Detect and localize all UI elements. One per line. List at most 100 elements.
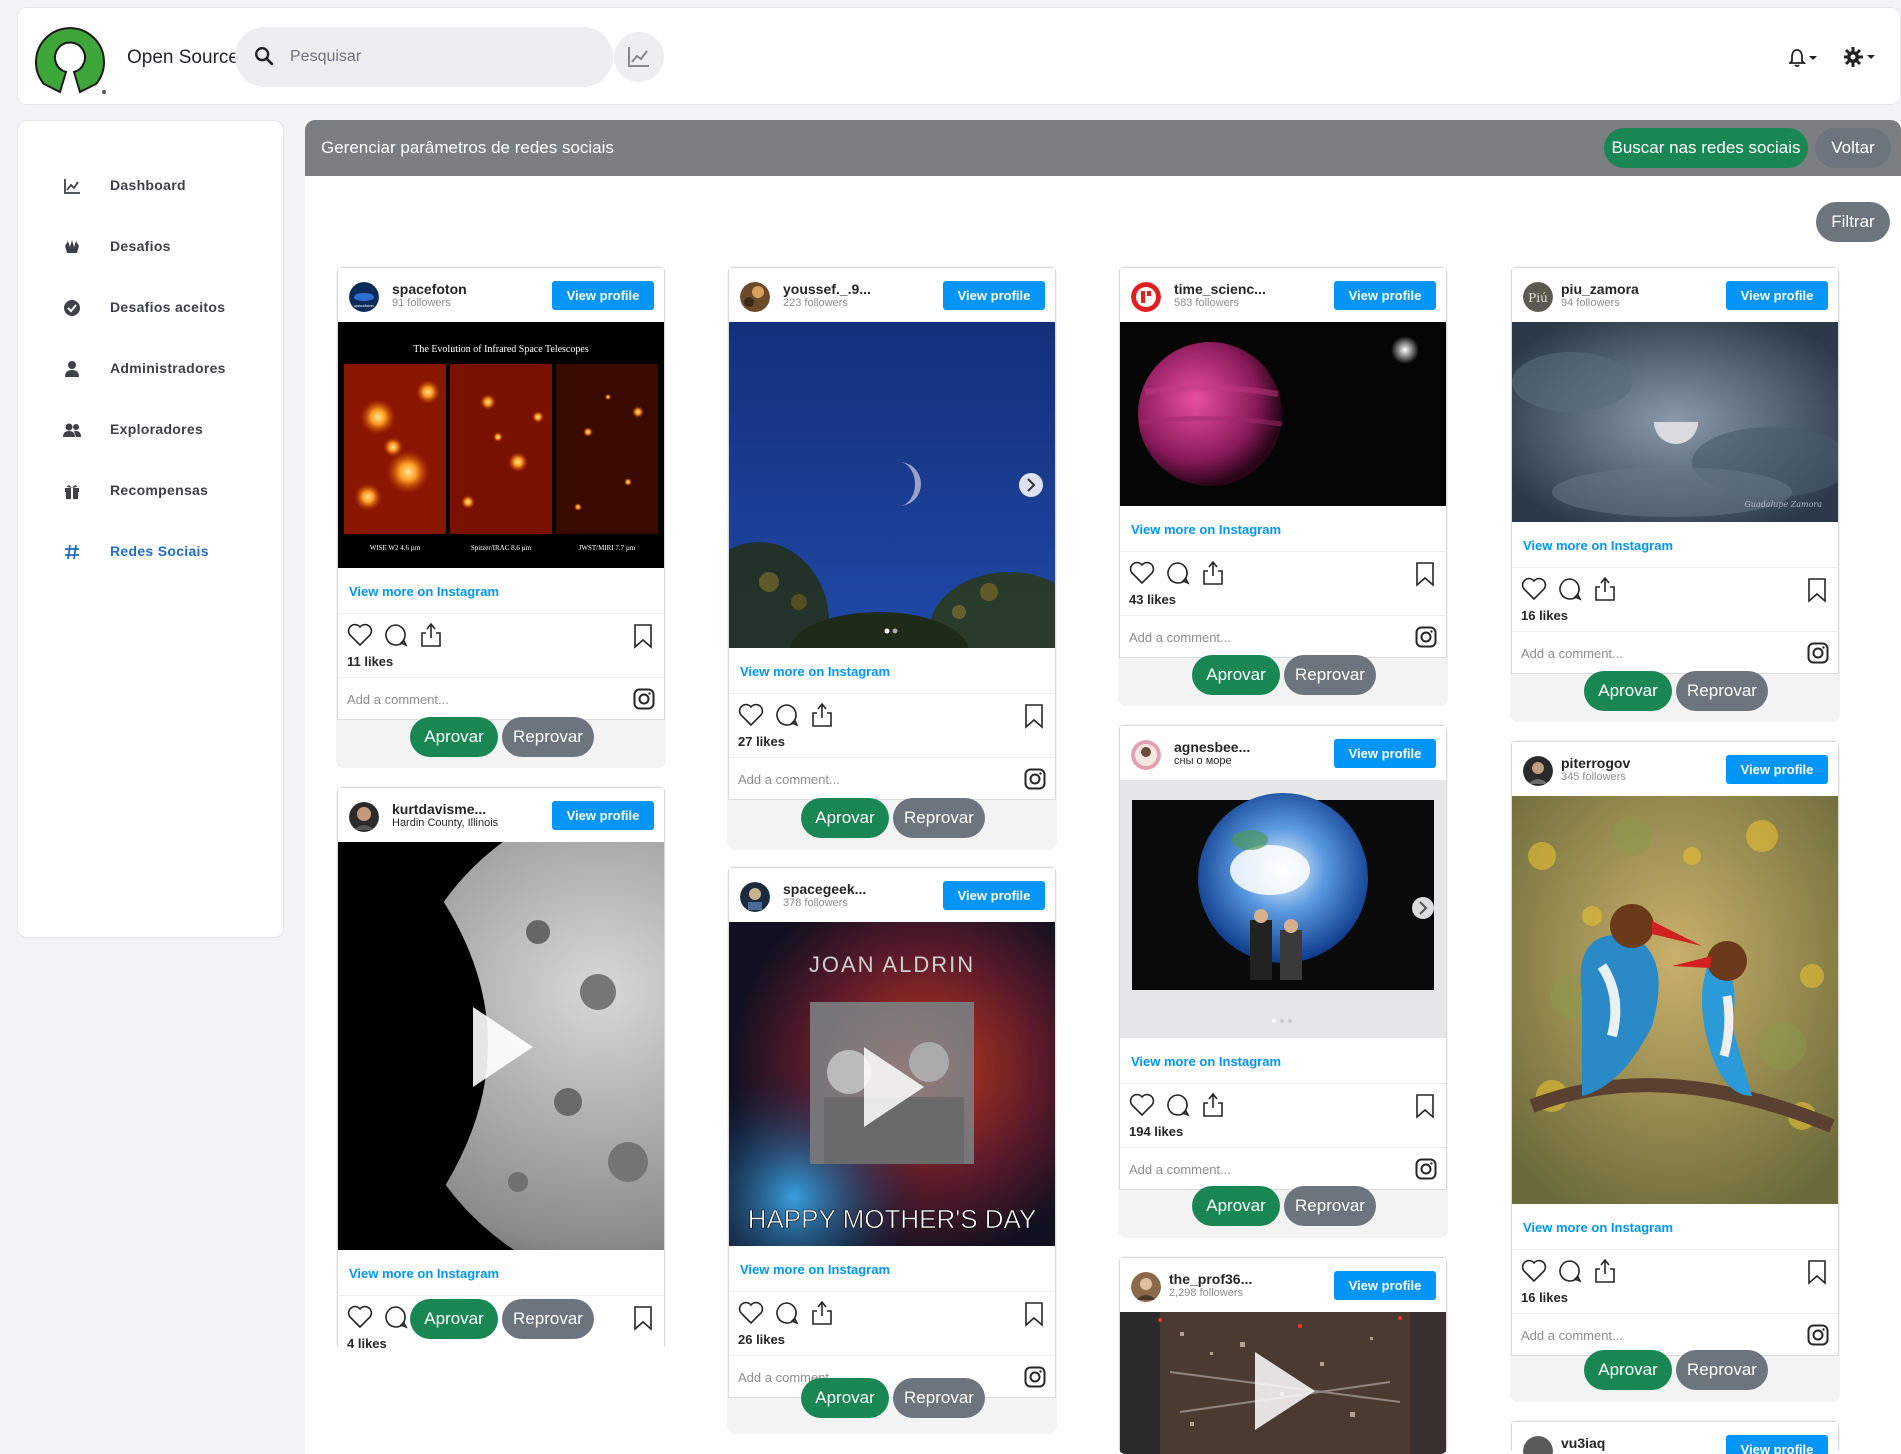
username[interactable]: piu_zamora — [1561, 281, 1639, 297]
post-image[interactable] — [1512, 796, 1838, 1204]
back-button[interactable]: Voltar — [1815, 128, 1891, 168]
like-heart-icon[interactable] — [1129, 1093, 1155, 1117]
instagram-icon[interactable] — [1807, 1324, 1829, 1346]
approve-button[interactable]: Aprovar — [1584, 1350, 1672, 1390]
reject-button[interactable]: Reprovar — [893, 798, 985, 838]
comment-box[interactable]: Add a comment... — [1120, 1148, 1446, 1189]
username[interactable]: time_scienc... — [1174, 281, 1266, 297]
view-more-link[interactable]: View more on Instagram — [740, 1262, 890, 1277]
view-more-link[interactable]: View more on Instagram — [1131, 1054, 1281, 1069]
comment-icon[interactable] — [1557, 577, 1583, 601]
share-icon[interactable] — [1593, 1258, 1617, 1284]
like-heart-icon[interactable] — [1521, 577, 1547, 601]
view-profile-button[interactable]: View profile — [1334, 1271, 1436, 1300]
avatar[interactable] — [1131, 282, 1161, 312]
sidebar-item-recompensas[interactable]: Recompensas — [18, 471, 283, 511]
view-profile-button[interactable]: View profile — [1334, 739, 1436, 768]
bookmark-icon[interactable] — [1023, 1301, 1045, 1327]
instagram-icon[interactable] — [1415, 1158, 1437, 1180]
view-more-link[interactable]: View more on Instagram — [349, 584, 499, 599]
settings-gear-icon[interactable] — [1844, 46, 1878, 68]
approve-button[interactable]: Aprovar — [801, 1378, 889, 1418]
username[interactable]: the_prof36... — [1169, 1271, 1252, 1287]
reject-button[interactable]: Reprovar — [1676, 671, 1768, 711]
post-image[interactable] — [1120, 322, 1446, 506]
share-icon[interactable] — [1593, 576, 1617, 602]
bookmark-icon[interactable] — [1414, 561, 1436, 587]
view-more-link[interactable]: View more on Instagram — [1131, 522, 1281, 537]
approve-button[interactable]: Aprovar — [1584, 671, 1672, 711]
avatar[interactable] — [740, 882, 770, 912]
avatar[interactable] — [1523, 756, 1553, 786]
username[interactable]: spacegeek... — [783, 881, 866, 897]
username[interactable]: youssef._.9... — [783, 281, 871, 297]
approve-button[interactable]: Aprovar — [1192, 1186, 1280, 1226]
comment-box[interactable]: Add a comment... — [729, 758, 1055, 799]
approve-button[interactable]: Aprovar — [1192, 655, 1280, 695]
comment-icon[interactable] — [774, 703, 800, 727]
share-icon[interactable] — [1201, 560, 1225, 586]
post-image[interactable] — [729, 322, 1055, 648]
search-input[interactable] — [290, 39, 590, 75]
instagram-icon[interactable] — [1024, 768, 1046, 790]
bookmark-icon[interactable] — [1414, 1093, 1436, 1119]
sidebar-item-administradores[interactable]: Administradores — [18, 349, 283, 389]
sidebar-item-desafios[interactable]: Desafios — [18, 227, 283, 267]
view-profile-button[interactable]: View profile — [943, 281, 1045, 310]
like-heart-icon[interactable] — [738, 1301, 764, 1325]
view-more-link[interactable]: View more on Instagram — [1523, 538, 1673, 553]
view-more-link[interactable]: View more on Instagram — [740, 664, 890, 679]
avatar[interactable]: spacefoton — [349, 282, 379, 312]
comment-icon[interactable] — [1165, 561, 1191, 585]
filter-button[interactable]: Filtrar — [1816, 202, 1890, 242]
sidebar-item-desafios-aceitos[interactable]: Desafios aceitos — [18, 288, 283, 328]
share-icon[interactable] — [810, 702, 834, 728]
notifications-bell-icon[interactable] — [1789, 48, 1821, 68]
avatar[interactable] — [1523, 1436, 1553, 1454]
post-video[interactable] — [1120, 1312, 1446, 1454]
instagram-icon[interactable] — [1415, 626, 1437, 648]
view-more-link[interactable]: View more on Instagram — [1523, 1220, 1673, 1235]
username[interactable]: kurtdavisme... — [392, 801, 486, 817]
view-profile-button[interactable]: View profile — [1334, 281, 1436, 310]
instagram-icon[interactable] — [633, 688, 655, 710]
share-icon[interactable] — [1201, 1092, 1225, 1118]
username[interactable]: piterrogov — [1561, 755, 1630, 771]
reject-button[interactable]: Reprovar — [893, 1378, 985, 1418]
open-source-logo[interactable] — [34, 22, 106, 94]
avatar[interactable] — [1131, 1272, 1161, 1302]
username[interactable]: spacefoton — [392, 281, 467, 297]
instagram-icon[interactable] — [1807, 642, 1829, 664]
comment-icon[interactable] — [383, 623, 409, 647]
avatar[interactable] — [740, 282, 770, 312]
avatar[interactable]: Piú — [1523, 282, 1553, 312]
share-icon[interactable] — [419, 622, 443, 648]
approve-button[interactable]: Aprovar — [410, 717, 498, 757]
comment-icon[interactable] — [1165, 1093, 1191, 1117]
bookmark-icon[interactable] — [1806, 577, 1828, 603]
avatar[interactable] — [349, 802, 379, 832]
username[interactable]: agnesbee... — [1174, 739, 1250, 755]
post-image[interactable] — [1120, 780, 1446, 1038]
view-profile-button[interactable]: View profile — [1726, 755, 1828, 784]
comment-icon[interactable] — [1557, 1259, 1583, 1283]
search-social-networks-button[interactable]: Buscar nas redes sociais — [1604, 128, 1808, 168]
view-profile-button[interactable]: View profile — [1726, 1435, 1828, 1454]
post-image[interactable]: Guadalupe Zamora — [1512, 322, 1838, 522]
comment-box[interactable]: Add a comment... — [1512, 1314, 1838, 1355]
reject-button[interactable]: Reprovar — [1284, 655, 1376, 695]
post-video[interactable]: JOAN ALDRIN HAPPY MOTHER'S DAY — [729, 922, 1055, 1246]
comment-box[interactable]: Add a comment... — [1512, 632, 1838, 673]
comment-box[interactable]: Add a comment... — [1120, 616, 1446, 657]
post-image[interactable]: The Evolution of Infrared Space Telescop… — [338, 322, 664, 568]
analytics-button[interactable] — [614, 32, 664, 82]
comment-icon[interactable] — [774, 1301, 800, 1325]
sidebar-item-exploradores[interactable]: Exploradores — [18, 410, 283, 450]
username[interactable]: vu3iaq — [1561, 1435, 1605, 1451]
view-profile-button[interactable]: View profile — [943, 881, 1045, 910]
view-profile-button[interactable]: View profile — [1726, 281, 1828, 310]
reject-button[interactable]: Reprovar — [502, 1299, 594, 1339]
approve-button[interactable]: Aprovar — [801, 798, 889, 838]
like-heart-icon[interactable] — [347, 623, 373, 647]
bookmark-icon[interactable] — [632, 623, 654, 649]
